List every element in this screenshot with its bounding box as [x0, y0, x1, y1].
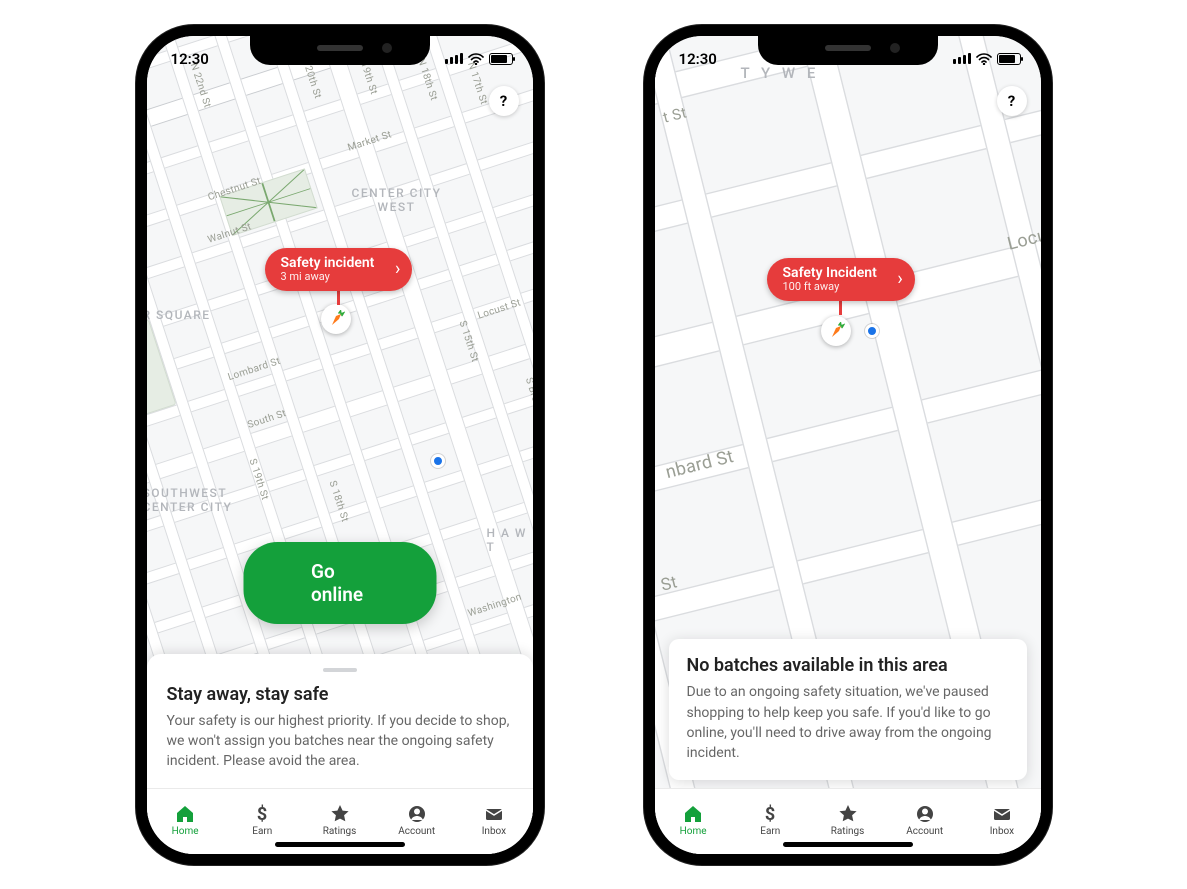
status-time: 12:30 [679, 50, 717, 68]
tab-inbox[interactable]: Inbox [455, 789, 532, 852]
sheet-title: No batches available in this area [687, 655, 1009, 676]
envelope-icon [992, 804, 1012, 824]
go-online-button[interactable]: Go online [243, 542, 436, 624]
district-label: SOUTHWEST CENTER CITY [147, 486, 283, 514]
wifi-icon [976, 53, 992, 65]
home-indicator [783, 842, 913, 847]
info-sheet[interactable]: No batches available in this area Due to… [669, 639, 1027, 779]
signal-icon [953, 53, 971, 64]
sheet-title: Stay away, stay safe [167, 684, 513, 705]
go-online-label: Go online [311, 560, 363, 606]
device-notch [758, 35, 938, 65]
dollar-icon [760, 804, 780, 824]
user-location-dot [431, 454, 445, 468]
chevron-right-icon: › [897, 269, 902, 290]
carrot-pin-icon [821, 316, 851, 346]
tab-home[interactable]: Home [147, 789, 224, 852]
help-button[interactable]: ? [489, 86, 519, 116]
tab-home[interactable]: Home [655, 789, 732, 852]
phone-right: t St Locus nbard St St T Y W E Safety In… [644, 25, 1052, 865]
incident-title: Safety incident [281, 256, 375, 271]
question-icon: ? [500, 92, 507, 110]
device-notch [250, 35, 430, 65]
district-label: R SQUARE [147, 308, 211, 322]
district-label: H A W T [487, 526, 533, 554]
info-sheet[interactable]: Stay away, stay safe Your safety is our … [147, 654, 533, 788]
user-location-dot [865, 324, 879, 338]
incident-distance: 100 ft away [783, 281, 877, 293]
incident-title: Safety Incident [783, 266, 877, 281]
home-icon [683, 804, 703, 824]
help-button[interactable]: ? [997, 86, 1027, 116]
district-label: CENTER CITY WEST [337, 186, 457, 214]
tab-inbox[interactable]: Inbox [963, 789, 1040, 852]
envelope-icon [484, 804, 504, 824]
sheet-handle[interactable] [323, 668, 357, 672]
chevron-right-icon: › [395, 259, 400, 280]
home-icon [175, 804, 195, 824]
status-time: 12:30 [171, 50, 209, 68]
dollar-icon [252, 804, 272, 824]
signal-icon [445, 53, 463, 64]
wifi-icon [468, 53, 484, 65]
star-icon [330, 804, 350, 824]
safety-incident-pill[interactable]: Safety incident 3 mi away › [265, 248, 413, 305]
phone-left: Market St Chestnut St Walnut St Locust S… [136, 25, 544, 865]
home-indicator [275, 842, 405, 847]
carrot-pin-icon [321, 304, 351, 334]
battery-icon [997, 53, 1021, 65]
sheet-body: Your safety is our highest priority. If … [167, 711, 513, 772]
question-icon: ? [1008, 92, 1015, 110]
account-icon [915, 804, 935, 824]
incident-distance: 3 mi away [281, 271, 375, 283]
star-icon [838, 804, 858, 824]
sheet-body: Due to an ongoing safety situation, we'v… [687, 682, 1009, 763]
safety-incident-pill[interactable]: Safety Incident 100 ft away › [767, 258, 915, 315]
battery-icon [489, 53, 513, 65]
account-icon [407, 804, 427, 824]
